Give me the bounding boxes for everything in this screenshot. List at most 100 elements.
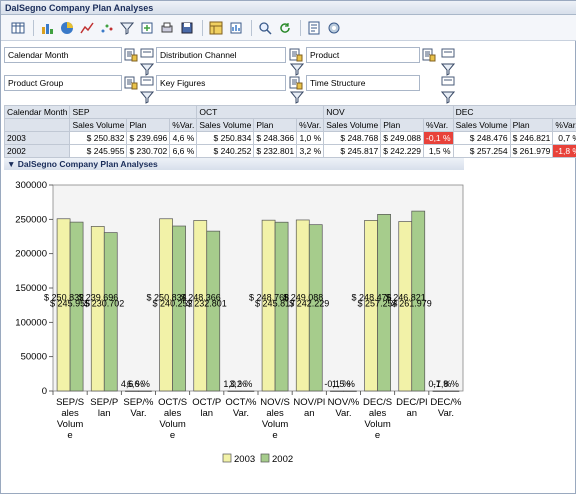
chart-settings-icon[interactable]	[227, 19, 245, 37]
collapse-icon[interactable]: ▼	[7, 159, 18, 169]
table-cell: 1,5 %	[423, 144, 454, 158]
table-cell: $ 232.801	[253, 144, 298, 158]
filter-funnel-icon[interactable]	[289, 90, 305, 104]
table-cell: $ 261.979	[509, 144, 554, 158]
x-tick-label: NOV/S	[260, 397, 290, 408]
y-tick-label: 0	[42, 386, 47, 397]
column-header: %Var.	[423, 118, 454, 132]
filter-select-icon[interactable]	[124, 48, 138, 62]
filter-funnel-icon[interactable]	[440, 62, 456, 76]
x-tick-label: e	[67, 430, 72, 441]
filter-funnel-icon[interactable]	[139, 90, 155, 104]
table-cell: -1,8 %	[552, 144, 576, 158]
y-tick-label: 150000	[15, 283, 47, 294]
x-tick-label: ales	[266, 408, 284, 419]
filter-funnel-icon[interactable]	[441, 76, 455, 90]
bar-2003	[432, 390, 447, 392]
table-cell: $ 242.229	[380, 144, 425, 158]
filter-icon[interactable]	[118, 19, 136, 37]
bar-chart: 050000100000150000200000250000300000$ 25…	[15, 180, 464, 465]
filter-funnel-icon[interactable]	[140, 48, 154, 62]
info-icon[interactable]	[305, 19, 323, 37]
filter-key-figures[interactable]: Key Figures	[156, 75, 286, 91]
x-tick-label: NOV/Pl	[293, 397, 325, 408]
table-cell: 1,0 %	[296, 131, 325, 145]
bar-2003	[330, 390, 344, 392]
toolbar-separator	[33, 19, 34, 36]
column-header: Plan	[509, 118, 554, 132]
data-label: $ 261.979	[392, 298, 432, 308]
data-label: -1,8 %	[433, 379, 459, 389]
data-label: 3,2 %	[229, 379, 252, 389]
bar-2002	[172, 225, 186, 392]
legend-swatch	[222, 453, 232, 463]
y-tick-label: 50000	[21, 352, 47, 363]
print-icon[interactable]	[158, 19, 176, 37]
data-label: $ 230.702	[84, 298, 124, 308]
month-header[interactable]: OCT	[196, 105, 325, 119]
x-tick-label: OCT/P	[192, 397, 221, 408]
x-tick-label: Var.	[438, 408, 454, 419]
filter-distribution-channel[interactable]: Distribution Channel	[156, 47, 286, 63]
empty-header-cell	[3, 118, 71, 132]
filter-funnel-icon[interactable]	[140, 76, 154, 90]
filter-select-icon[interactable]	[422, 48, 436, 62]
bar-2002	[206, 230, 221, 392]
x-tick-label: SEP/P	[90, 397, 118, 408]
bar-chart-icon[interactable]	[38, 19, 56, 37]
filter-funnel-icon[interactable]	[139, 62, 155, 76]
filter-select-icon[interactable]	[289, 48, 303, 62]
table-icon[interactable]	[9, 19, 27, 37]
filter-product[interactable]: Product	[306, 47, 420, 63]
legend-swatch	[260, 453, 270, 463]
legend-label: 2003	[234, 454, 255, 465]
row-label[interactable]: 2002	[3, 144, 71, 158]
filter-funnel-icon[interactable]	[441, 48, 455, 62]
scatter-icon[interactable]	[98, 19, 116, 37]
data-label: 6,6 %	[127, 379, 150, 389]
filter-select-icon[interactable]	[289, 76, 303, 90]
table-cell: $ 245.817	[323, 144, 382, 158]
x-tick-label: lan	[98, 408, 111, 419]
table-corner-label: Calendar Month	[3, 105, 71, 119]
column-header: Sales Volume	[196, 118, 255, 132]
row-label[interactable]: 2003	[3, 131, 71, 145]
column-header: %Var.	[296, 118, 325, 132]
y-tick-label: 200000	[15, 249, 47, 260]
section-header[interactable]: ▼ DalSegno Company Plan Analyses	[4, 158, 464, 170]
table-cell: $ 257.254	[452, 144, 511, 158]
search-icon[interactable]	[256, 19, 274, 37]
x-tick-label: ales	[61, 408, 79, 419]
filter-time-structure[interactable]: Time Structure	[306, 75, 420, 91]
x-tick-label: lan	[200, 408, 213, 419]
data-table: Calendar Month SEP OCT NOV DEC Sales Vol…	[3, 105, 576, 158]
column-header: Plan	[126, 118, 171, 132]
bar-2002	[445, 390, 460, 392]
save-icon[interactable]	[178, 19, 196, 37]
filter-panel: Calendar Month Distribution Channel Prod…	[4, 47, 458, 104]
table-cell: $ 248.366	[253, 131, 298, 145]
data-label: $ 242.229	[289, 298, 329, 308]
line-chart-icon[interactable]	[78, 19, 96, 37]
table-cell: $ 250.832	[69, 131, 128, 145]
filter-funnel-icon[interactable]	[289, 62, 305, 76]
filter-calendar-month[interactable]: Calendar Month	[4, 47, 122, 63]
x-tick-label: an	[304, 408, 315, 419]
filter-funnel-icon[interactable]	[440, 90, 456, 104]
layout-icon[interactable]	[207, 19, 225, 37]
y-tick-label: 100000	[15, 317, 47, 328]
refresh-icon[interactable]	[276, 19, 294, 37]
month-header[interactable]: SEP	[69, 105, 198, 119]
filter-select-icon[interactable]	[124, 76, 138, 90]
table-cell: $ 239.696	[126, 131, 171, 145]
x-tick-label: an	[406, 408, 417, 419]
bar-2002	[343, 390, 357, 392]
x-tick-label: Volum	[57, 419, 83, 430]
filter-product-group[interactable]: Product Group	[4, 75, 122, 91]
export-icon[interactable]	[138, 19, 156, 37]
month-header[interactable]: NOV	[323, 105, 454, 119]
pie-chart-icon[interactable]	[58, 19, 76, 37]
x-tick-label: e	[272, 430, 277, 441]
month-header[interactable]: DEC	[452, 105, 576, 119]
settings-icon[interactable]	[325, 19, 343, 37]
